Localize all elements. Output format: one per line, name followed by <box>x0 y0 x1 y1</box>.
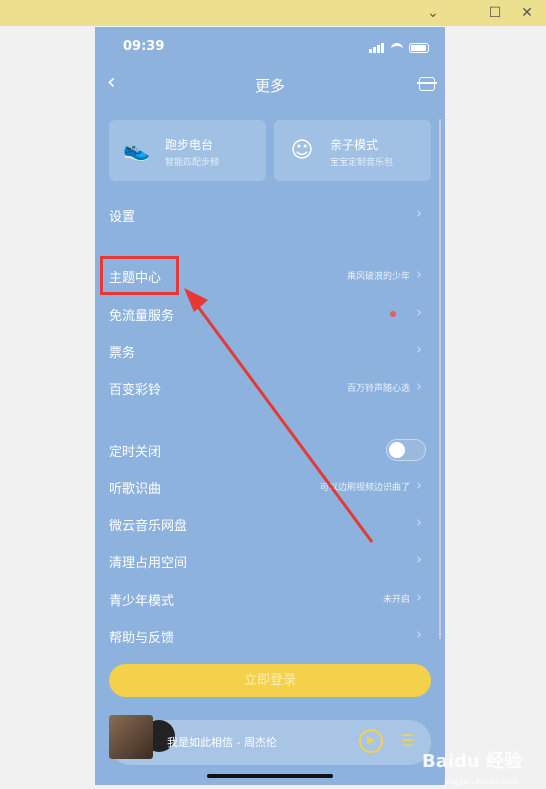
menu-item-clean-storage[interactable]: 清理占用空间 › <box>95 542 434 579</box>
signal-icon <box>369 34 385 53</box>
menu-value: 乘风破浪的少年 <box>346 272 410 282</box>
scrollbar[interactable] <box>439 119 441 639</box>
chevron-right-icon: › <box>416 513 422 531</box>
chevron-right-icon: › <box>416 204 422 222</box>
menu-label: 定时关闭 <box>109 445 162 460</box>
menu-label: 帮助与反馈 <box>109 631 175 646</box>
menu-label: 青少年模式 <box>109 594 175 609</box>
mini-player[interactable]: 我是如此相信 - 周杰伦 ▶ ☰ <box>109 715 431 765</box>
chevron-right-icon: › <box>416 265 422 283</box>
menu-label: 设置 <box>109 210 136 225</box>
chevron-right-icon: › <box>416 588 422 606</box>
home-indicator <box>207 774 333 778</box>
track-title: 我是如此相信 - 周杰伦 <box>167 736 277 749</box>
card-title: 跑步电台 <box>165 138 214 152</box>
sleep-timer-toggle[interactable] <box>386 439 426 461</box>
battery-icon <box>409 43 429 53</box>
watermark-logo: Baidu 经验 <box>421 751 522 772</box>
wifi-icon <box>391 43 403 53</box>
baby-face-icon: ☺ <box>290 138 314 163</box>
card-running-radio[interactable]: 👟 跑步电台 智能匹配步频 <box>109 120 266 181</box>
menu-label: 清理占用空间 <box>109 556 188 571</box>
chevron-right-icon: › <box>416 377 422 395</box>
menu-label: 免流量服务 <box>109 309 175 324</box>
menu-item-free-data[interactable]: 免流量服务 › <box>95 295 434 332</box>
card-subtitle: 智能匹配步频 <box>165 158 220 168</box>
restore-button[interactable]: ☐ <box>486 4 504 22</box>
album-cover[interactable] <box>109 715 153 759</box>
menu-item-teen-mode[interactable]: 青少年模式 未开启 › <box>95 580 434 617</box>
minimize-button[interactable]: ⌄ <box>424 4 442 22</box>
menu-label: 百变彩铃 <box>109 383 162 398</box>
page-title: 更多 <box>254 77 285 95</box>
status-icons <box>369 41 429 53</box>
menu-label: 微云音乐网盘 <box>109 519 188 534</box>
menu-item-cloud-disk[interactable]: 微云音乐网盘 › <box>95 505 434 542</box>
menu-label: 票务 <box>109 346 136 361</box>
play-icon[interactable]: ▶ <box>359 729 383 753</box>
scan-icon[interactable] <box>417 77 437 91</box>
toggle-knob <box>389 442 405 458</box>
menu-item-song-recognition[interactable]: 听歌识曲 可以边刷视频边识曲了 › <box>95 468 434 505</box>
login-button[interactable]: 立即登录 <box>109 664 431 697</box>
chevron-right-icon: › <box>416 550 422 568</box>
card-title: 亲子模式 <box>330 138 379 152</box>
status-time: 09:39 <box>123 39 165 54</box>
playlist-icon[interactable]: ☰ <box>401 731 415 750</box>
status-bar: 09:39 <box>95 27 445 63</box>
menu-item-tickets[interactable]: 票务 › <box>95 332 434 369</box>
menu-value: 百万铃声随心选 <box>346 384 410 394</box>
menu-item-sleep-timer: 定时关闭 <box>95 431 434 468</box>
menu-label: 听歌识曲 <box>109 482 162 497</box>
notification-dot <box>390 311 396 317</box>
card-subtitle: 宝宝定制音乐包 <box>330 158 394 168</box>
menu-item-ringtone[interactable]: 百变彩铃 百万铃声随心选 › <box>95 369 434 406</box>
phone-screen: 09:39 ‹ 更多 👟 跑步电台 智能匹配步频 ☺ 亲子模式 宝宝定制音乐包 … <box>95 27 445 785</box>
card-kids-mode[interactable]: ☺ 亲子模式 宝宝定制音乐包 <box>274 120 431 181</box>
menu-value: 未开启 <box>382 595 410 605</box>
menu-value: 可以边刷视频边识曲了 <box>319 483 410 493</box>
menu-item-help-feedback[interactable]: 帮助与反馈 › <box>95 617 434 654</box>
nav-bar: ‹ 更多 <box>95 67 445 103</box>
close-button[interactable]: ✕ <box>518 4 536 22</box>
running-shoe-icon: 👟 <box>123 138 151 163</box>
chevron-right-icon: › <box>416 340 422 358</box>
annotation-highlight-box <box>100 256 179 295</box>
watermark-url: jingyan.baidu.com <box>444 777 518 786</box>
window-title-bar: ⌄ ☐ ✕ <box>0 0 546 26</box>
chevron-right-icon: › <box>416 625 422 643</box>
chevron-right-icon: › <box>416 303 422 321</box>
chevron-right-icon: › <box>416 476 422 494</box>
menu-item-settings[interactable]: 设置 › <box>95 196 434 233</box>
